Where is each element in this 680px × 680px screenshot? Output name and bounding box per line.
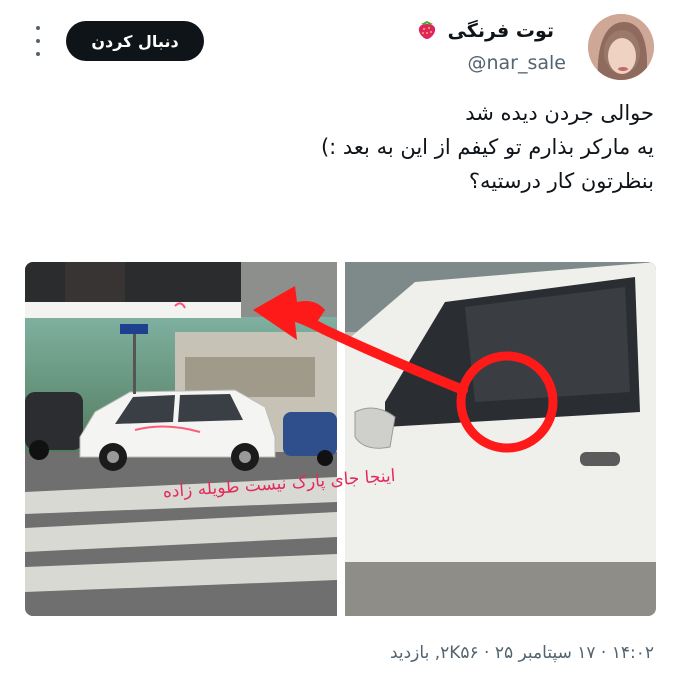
avatar-image	[588, 14, 654, 80]
tweet-line: حوالی جردن دیده شد	[465, 101, 654, 125]
follow-button[interactable]: دنبال کردن	[66, 21, 204, 61]
tweet-line: یه مارکر بذارم تو کیفم از این به بعد :)	[320, 135, 654, 159]
avatar[interactable]	[588, 14, 654, 80]
display-name-text: توت فرنگی	[447, 20, 554, 42]
display-name[interactable]: توت فرنگی	[417, 18, 554, 45]
tweet-media[interactable]: اینجا جای پارک نیست طویله زاده	[25, 262, 656, 616]
strawberry-icon	[417, 18, 437, 45]
tweet-timestamp[interactable]: ۱۴:۰۲ · ۱۷ سپتامبر ۲۵ · ۲K۵۶, بازدید	[390, 643, 654, 663]
tweet-text: حوالی جردن دیده شد یه مارکر بذارم تو کیف…	[294, 96, 654, 198]
more-options-icon[interactable]	[32, 26, 44, 56]
user-handle[interactable]: @nar_sale	[467, 52, 566, 74]
tweet-line: بنظرتون کار درستیه؟	[468, 169, 654, 193]
media-photo-collage: اینجا جای پارک نیست طویله زاده	[25, 262, 656, 616]
